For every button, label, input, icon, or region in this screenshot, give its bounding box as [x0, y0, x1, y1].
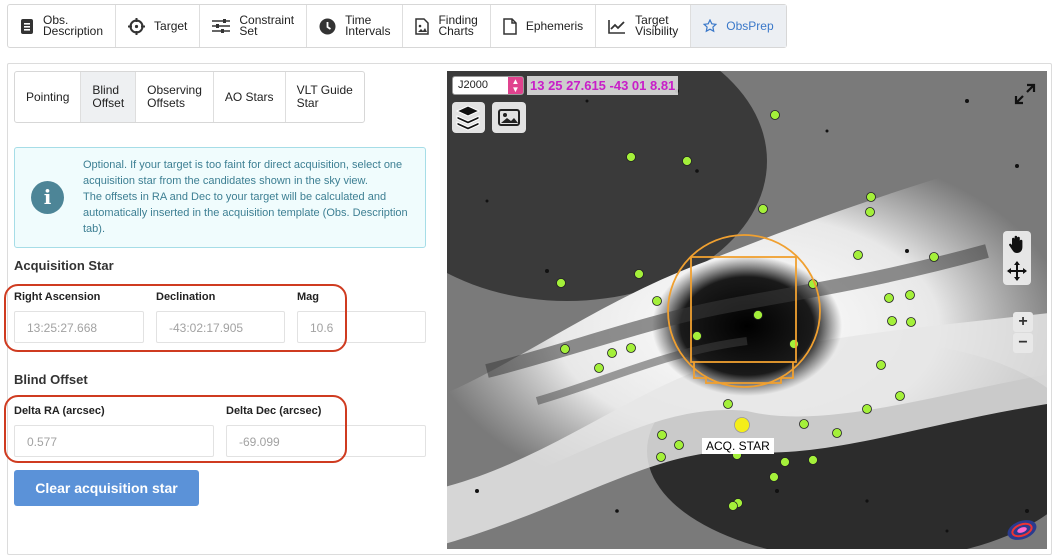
delta-dec-field[interactable]: -69.099 — [226, 425, 426, 457]
tab-label: Target — [154, 18, 188, 33]
layers-icon — [455, 105, 481, 131]
sub-tab-bar: Pointing Blind Offset Observing Offsets … — [14, 71, 365, 123]
tab-time-intervals[interactable]: Time Intervals — [307, 5, 404, 47]
top-tab-bar: Obs. Description Target Constraint Set T… — [7, 4, 787, 48]
tab-label: Constraint Set — [239, 13, 295, 38]
image-survey-button[interactable] — [492, 102, 526, 133]
hand-icon[interactable] — [1007, 234, 1027, 254]
acquisition-star-marker — [734, 417, 750, 433]
clock-icon — [319, 18, 336, 34]
image-file-icon — [415, 17, 430, 35]
tab-label: Finding Charts — [438, 13, 478, 38]
subtab-label: Pointing — [26, 89, 70, 104]
mag-field[interactable]: 10.6 — [297, 311, 426, 343]
subtab-pointing[interactable]: Pointing — [15, 72, 82, 122]
dec-field[interactable]: -43:02:17.905 — [156, 311, 285, 343]
acq-star-label: ACQ. STAR — [702, 438, 774, 454]
pan-tool-group — [1003, 231, 1031, 285]
frame-select[interactable]: J2000 ▲ ▼ — [452, 76, 524, 95]
delta-ra-label: Delta RA (arcsec) — [14, 405, 105, 417]
tab-label: Ephemeris — [525, 18, 584, 33]
blind-offset-title: Blind Offset — [14, 372, 88, 387]
frame-select-value: J2000 — [458, 79, 488, 91]
tab-label: Target Visibility — [635, 13, 679, 38]
tab-target-visibility[interactable]: Target Visibility — [596, 5, 692, 47]
acquisition-star-title: Acquisition Star — [14, 258, 114, 273]
info-box: i Optional. If your target is too faint … — [14, 147, 426, 248]
tab-label: Obs. Description — [43, 13, 104, 38]
ra-label: Right Ascension — [14, 291, 101, 303]
layers-button[interactable] — [452, 102, 485, 133]
dec-label: Declination — [156, 291, 216, 303]
subtab-ao-stars[interactable]: AO Stars — [214, 72, 286, 122]
tab-finding-charts[interactable]: Finding Charts — [403, 5, 491, 47]
tab-obsprep[interactable]: ObsPrep — [691, 5, 786, 47]
subtab-observing-offsets[interactable]: Observing Offsets — [136, 72, 214, 122]
sliders-icon — [212, 19, 231, 33]
clear-acquisition-star-button[interactable]: Clear acquisition star — [14, 470, 199, 506]
info-icon: i — [31, 181, 64, 214]
ra-field[interactable]: 13:25:27.668 — [14, 311, 144, 343]
zoom-out-button[interactable]: − — [1013, 333, 1033, 353]
tab-label: Time Intervals — [345, 13, 391, 38]
tab-constraint-set[interactable]: Constraint Set — [200, 5, 308, 47]
image-icon — [498, 109, 520, 126]
delta-ra-field[interactable]: 0.577 — [14, 425, 214, 457]
subtab-label: VLT Guide Star — [296, 83, 353, 110]
file-icon — [503, 17, 517, 35]
chart-line-icon — [608, 19, 626, 34]
subtab-label: Blind Offset — [92, 83, 125, 110]
tab-ephemeris[interactable]: Ephemeris — [491, 5, 597, 47]
candidate-stars-layer — [556, 110, 939, 511]
subtab-blind-offset[interactable]: Blind Offset — [81, 72, 137, 122]
subtab-vlt-guide-star[interactable]: VLT Guide Star — [286, 72, 364, 122]
fullscreen-icon[interactable] — [1014, 83, 1036, 105]
select-arrows-icon: ▲ ▼ — [508, 77, 523, 94]
subtab-label: AO Stars — [224, 89, 274, 104]
mag-label: Mag — [297, 291, 319, 303]
tab-obs-description[interactable]: Obs. Description — [8, 5, 117, 47]
cursor-coordinates: 13 25 27.615 -43 01 8.81 — [527, 76, 679, 95]
star-icon — [703, 19, 718, 33]
document-icon — [21, 18, 33, 34]
crosshair-icon — [128, 17, 146, 35]
move-icon[interactable] — [1007, 261, 1027, 281]
delta-dec-label: Delta Dec (arcsec) — [226, 405, 322, 417]
tab-label: ObsPrep — [726, 18, 774, 33]
info-text: Optional. If your target is too faint fo… — [83, 159, 408, 235]
subtab-label: Observing Offsets — [147, 83, 202, 110]
tab-target[interactable]: Target — [116, 5, 201, 47]
sky-view[interactable]: J2000 ▲ ▼ 13 25 27.615 -43 01 8.81 + − AC… — [447, 71, 1047, 549]
galaxy-logo-icon — [1007, 520, 1037, 540]
zoom-in-button[interactable]: + — [1013, 312, 1033, 332]
